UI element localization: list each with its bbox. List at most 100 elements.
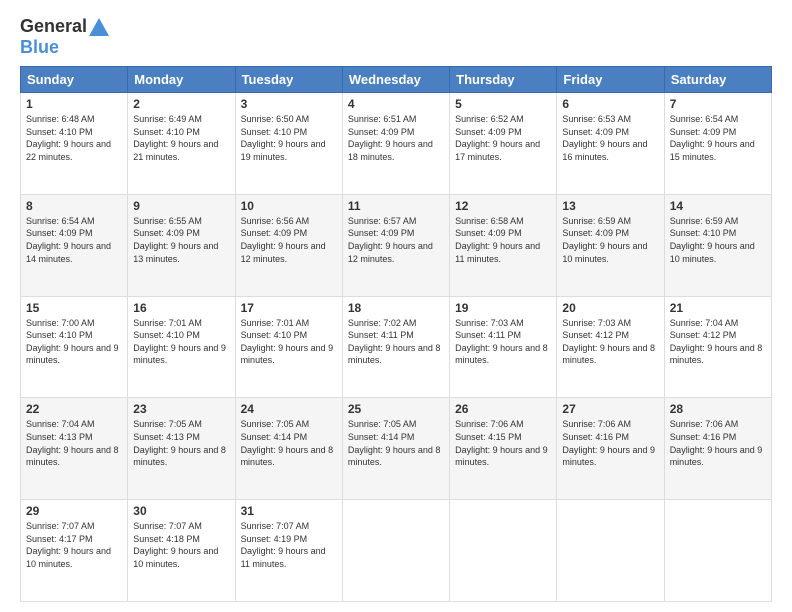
day-number: 10	[241, 199, 337, 213]
calendar-cell: 9 Sunrise: 6:55 AMSunset: 4:09 PMDayligh…	[128, 194, 235, 296]
weekday-header-sunday: Sunday	[21, 67, 128, 93]
day-info: Sunrise: 6:55 AMSunset: 4:09 PMDaylight:…	[133, 215, 229, 265]
calendar-cell: 21 Sunrise: 7:04 AMSunset: 4:12 PMDaylig…	[664, 296, 771, 398]
day-info: Sunrise: 6:59 AMSunset: 4:10 PMDaylight:…	[670, 215, 766, 265]
week-row-0: 1 Sunrise: 6:48 AMSunset: 4:10 PMDayligh…	[21, 93, 772, 195]
calendar-cell: 18 Sunrise: 7:02 AMSunset: 4:11 PMDaylig…	[342, 296, 449, 398]
day-info: Sunrise: 6:49 AMSunset: 4:10 PMDaylight:…	[133, 113, 229, 163]
calendar-cell: 14 Sunrise: 6:59 AMSunset: 4:10 PMDaylig…	[664, 194, 771, 296]
day-number: 15	[26, 301, 122, 315]
day-info: Sunrise: 6:52 AMSunset: 4:09 PMDaylight:…	[455, 113, 551, 163]
calendar-cell: 19 Sunrise: 7:03 AMSunset: 4:11 PMDaylig…	[450, 296, 557, 398]
day-info: Sunrise: 7:05 AMSunset: 4:14 PMDaylight:…	[348, 418, 444, 468]
day-info: Sunrise: 7:02 AMSunset: 4:11 PMDaylight:…	[348, 317, 444, 367]
logo-general-text: General	[20, 16, 87, 37]
logo: General Blue	[20, 16, 109, 58]
day-number: 13	[562, 199, 658, 213]
calendar-cell: 8 Sunrise: 6:54 AMSunset: 4:09 PMDayligh…	[21, 194, 128, 296]
week-row-3: 22 Sunrise: 7:04 AMSunset: 4:13 PMDaylig…	[21, 398, 772, 500]
day-number: 6	[562, 97, 658, 111]
day-info: Sunrise: 7:07 AMSunset: 4:18 PMDaylight:…	[133, 520, 229, 570]
calendar-cell: 13 Sunrise: 6:59 AMSunset: 4:09 PMDaylig…	[557, 194, 664, 296]
day-info: Sunrise: 7:00 AMSunset: 4:10 PMDaylight:…	[26, 317, 122, 367]
calendar-page: General Blue SundayMondayTuesdayWednesda…	[0, 0, 792, 612]
calendar-cell: 15 Sunrise: 7:00 AMSunset: 4:10 PMDaylig…	[21, 296, 128, 398]
calendar-cell: 5 Sunrise: 6:52 AMSunset: 4:09 PMDayligh…	[450, 93, 557, 195]
day-number: 22	[26, 402, 122, 416]
day-number: 29	[26, 504, 122, 518]
calendar-cell	[450, 500, 557, 602]
day-info: Sunrise: 7:06 AMSunset: 4:16 PMDaylight:…	[670, 418, 766, 468]
day-number: 8	[26, 199, 122, 213]
day-number: 18	[348, 301, 444, 315]
calendar-cell: 3 Sunrise: 6:50 AMSunset: 4:10 PMDayligh…	[235, 93, 342, 195]
day-info: Sunrise: 7:01 AMSunset: 4:10 PMDaylight:…	[133, 317, 229, 367]
calendar-cell: 30 Sunrise: 7:07 AMSunset: 4:18 PMDaylig…	[128, 500, 235, 602]
logo-icon	[89, 18, 109, 36]
calendar-cell: 12 Sunrise: 6:58 AMSunset: 4:09 PMDaylig…	[450, 194, 557, 296]
weekday-header-saturday: Saturday	[664, 67, 771, 93]
calendar-cell: 6 Sunrise: 6:53 AMSunset: 4:09 PMDayligh…	[557, 93, 664, 195]
calendar-cell: 20 Sunrise: 7:03 AMSunset: 4:12 PMDaylig…	[557, 296, 664, 398]
day-info: Sunrise: 7:05 AMSunset: 4:14 PMDaylight:…	[241, 418, 337, 468]
day-info: Sunrise: 6:53 AMSunset: 4:09 PMDaylight:…	[562, 113, 658, 163]
day-info: Sunrise: 6:50 AMSunset: 4:10 PMDaylight:…	[241, 113, 337, 163]
day-info: Sunrise: 6:54 AMSunset: 4:09 PMDaylight:…	[26, 215, 122, 265]
day-info: Sunrise: 7:07 AMSunset: 4:17 PMDaylight:…	[26, 520, 122, 570]
day-number: 21	[670, 301, 766, 315]
weekday-header-tuesday: Tuesday	[235, 67, 342, 93]
day-number: 19	[455, 301, 551, 315]
day-info: Sunrise: 7:03 AMSunset: 4:11 PMDaylight:…	[455, 317, 551, 367]
calendar-cell: 23 Sunrise: 7:05 AMSunset: 4:13 PMDaylig…	[128, 398, 235, 500]
weekday-header-wednesday: Wednesday	[342, 67, 449, 93]
calendar-cell	[664, 500, 771, 602]
logo-blue-text: Blue	[20, 37, 59, 57]
day-number: 1	[26, 97, 122, 111]
calendar-cell	[342, 500, 449, 602]
day-info: Sunrise: 6:48 AMSunset: 4:10 PMDaylight:…	[26, 113, 122, 163]
day-info: Sunrise: 7:04 AMSunset: 4:13 PMDaylight:…	[26, 418, 122, 468]
day-number: 16	[133, 301, 229, 315]
day-number: 7	[670, 97, 766, 111]
day-info: Sunrise: 6:58 AMSunset: 4:09 PMDaylight:…	[455, 215, 551, 265]
day-number: 12	[455, 199, 551, 213]
page-header: General Blue	[20, 16, 772, 58]
calendar-cell: 1 Sunrise: 6:48 AMSunset: 4:10 PMDayligh…	[21, 93, 128, 195]
day-number: 23	[133, 402, 229, 416]
calendar-cell: 24 Sunrise: 7:05 AMSunset: 4:14 PMDaylig…	[235, 398, 342, 500]
day-number: 26	[455, 402, 551, 416]
day-info: Sunrise: 7:06 AMSunset: 4:15 PMDaylight:…	[455, 418, 551, 468]
calendar-cell: 4 Sunrise: 6:51 AMSunset: 4:09 PMDayligh…	[342, 93, 449, 195]
week-row-1: 8 Sunrise: 6:54 AMSunset: 4:09 PMDayligh…	[21, 194, 772, 296]
day-number: 2	[133, 97, 229, 111]
calendar-cell: 11 Sunrise: 6:57 AMSunset: 4:09 PMDaylig…	[342, 194, 449, 296]
day-number: 31	[241, 504, 337, 518]
day-info: Sunrise: 7:01 AMSunset: 4:10 PMDaylight:…	[241, 317, 337, 367]
day-info: Sunrise: 7:06 AMSunset: 4:16 PMDaylight:…	[562, 418, 658, 468]
day-number: 3	[241, 97, 337, 111]
day-number: 9	[133, 199, 229, 213]
day-info: Sunrise: 6:57 AMSunset: 4:09 PMDaylight:…	[348, 215, 444, 265]
day-info: Sunrise: 6:51 AMSunset: 4:09 PMDaylight:…	[348, 113, 444, 163]
calendar-cell	[557, 500, 664, 602]
week-row-4: 29 Sunrise: 7:07 AMSunset: 4:17 PMDaylig…	[21, 500, 772, 602]
calendar-table: SundayMondayTuesdayWednesdayThursdayFrid…	[20, 66, 772, 602]
calendar-cell: 17 Sunrise: 7:01 AMSunset: 4:10 PMDaylig…	[235, 296, 342, 398]
day-number: 14	[670, 199, 766, 213]
weekday-header-thursday: Thursday	[450, 67, 557, 93]
weekday-header-friday: Friday	[557, 67, 664, 93]
day-info: Sunrise: 7:07 AMSunset: 4:19 PMDaylight:…	[241, 520, 337, 570]
day-info: Sunrise: 6:54 AMSunset: 4:09 PMDaylight:…	[670, 113, 766, 163]
calendar-cell: 29 Sunrise: 7:07 AMSunset: 4:17 PMDaylig…	[21, 500, 128, 602]
day-info: Sunrise: 6:56 AMSunset: 4:09 PMDaylight:…	[241, 215, 337, 265]
calendar-cell: 7 Sunrise: 6:54 AMSunset: 4:09 PMDayligh…	[664, 93, 771, 195]
weekday-header-row: SundayMondayTuesdayWednesdayThursdayFrid…	[21, 67, 772, 93]
calendar-cell: 22 Sunrise: 7:04 AMSunset: 4:13 PMDaylig…	[21, 398, 128, 500]
day-number: 17	[241, 301, 337, 315]
weekday-header-monday: Monday	[128, 67, 235, 93]
day-number: 30	[133, 504, 229, 518]
day-number: 11	[348, 199, 444, 213]
day-number: 24	[241, 402, 337, 416]
day-number: 4	[348, 97, 444, 111]
calendar-cell: 10 Sunrise: 6:56 AMSunset: 4:09 PMDaylig…	[235, 194, 342, 296]
